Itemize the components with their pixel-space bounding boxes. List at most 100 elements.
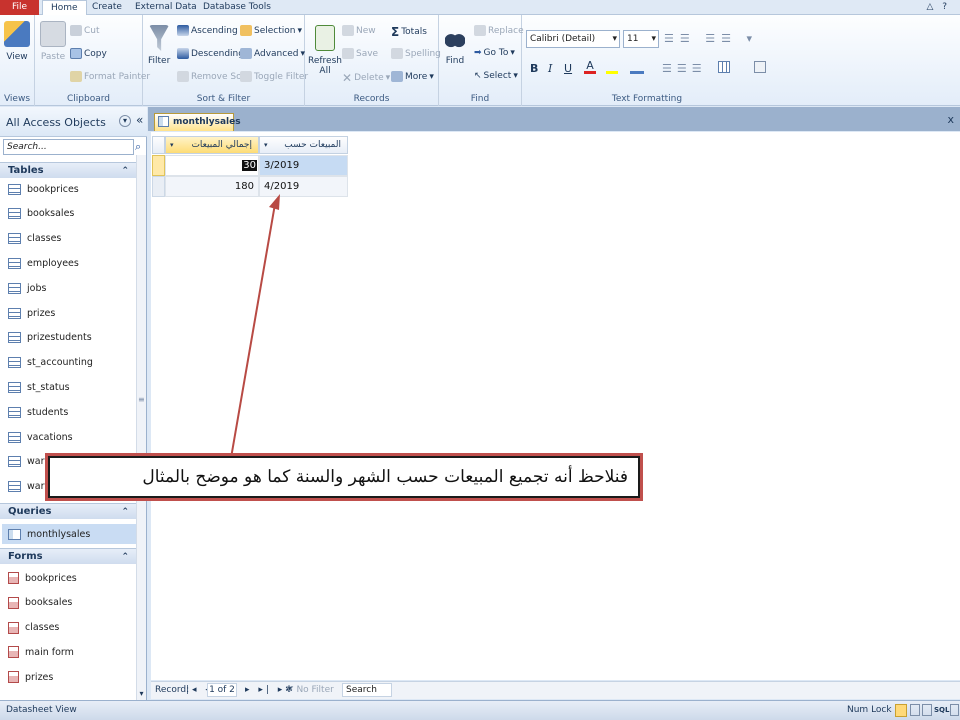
tab-external-data[interactable]: External Data bbox=[127, 0, 205, 15]
close-document-icon[interactable]: x bbox=[947, 113, 954, 126]
nav-form-item[interactable]: prizes bbox=[8, 667, 136, 687]
font-color-icon[interactable]: A bbox=[584, 60, 596, 74]
arrow-right-icon: ➡ bbox=[474, 48, 482, 58]
list-indent-icons[interactable]: ☰☰ ☰☰ ▾ bbox=[664, 32, 758, 45]
nav-table-item[interactable]: students bbox=[8, 402, 136, 422]
no-filter-button[interactable]: ⛛ No Filter bbox=[286, 682, 334, 698]
nav-table-item[interactable]: employees bbox=[8, 253, 136, 273]
nav-table-item[interactable]: prizes bbox=[8, 303, 136, 323]
replace-button[interactable]: Replace bbox=[474, 25, 524, 36]
toggle-filter-button[interactable]: Toggle Filter bbox=[240, 71, 308, 82]
goto-button[interactable]: ➡ Go To ▾ bbox=[474, 48, 515, 58]
tab-file[interactable]: File bbox=[0, 0, 39, 15]
nav-form-item[interactable]: bookprices bbox=[8, 568, 136, 588]
sort-descending-icon bbox=[177, 48, 189, 59]
ascending-button[interactable]: Ascending bbox=[177, 25, 238, 36]
tab-database-tools[interactable]: Database Tools bbox=[195, 0, 279, 15]
cursor-icon: ↖ bbox=[474, 71, 482, 81]
totals-button[interactable]: Σ Totals bbox=[391, 25, 427, 39]
new-record-button[interactable]: New bbox=[342, 25, 376, 36]
table-icon bbox=[8, 257, 21, 269]
form-icon bbox=[8, 621, 19, 634]
nav-form-item[interactable]: main form bbox=[8, 642, 136, 662]
nav-table-item[interactable]: st_status bbox=[8, 377, 136, 397]
font-select[interactable]: Calibri (Detail) ▾ bbox=[526, 30, 620, 48]
refresh-all-button[interactable]: Refresh All bbox=[308, 25, 342, 76]
design-view-icon[interactable] bbox=[950, 704, 959, 716]
nav-table-item[interactable]: prizestudents bbox=[8, 328, 136, 348]
shutter-bar-close-icon[interactable]: « bbox=[136, 113, 143, 127]
navigation-pane: All Access Objects ▾ « Search... ⌕ Table… bbox=[0, 107, 147, 700]
nav-form-item[interactable]: classes bbox=[8, 618, 136, 638]
nav-table-item[interactable]: classes bbox=[8, 229, 136, 249]
tab-home[interactable]: Home bbox=[42, 0, 87, 16]
section-tables[interactable]: Tables ⌃ bbox=[0, 162, 137, 178]
current-record-field[interactable]: 1 of 2 bbox=[207, 683, 237, 697]
underline-button[interactable]: U bbox=[564, 62, 572, 75]
nav-form-item[interactable]: booksales bbox=[8, 593, 136, 613]
format-painter-button[interactable]: Format Painter bbox=[70, 71, 150, 82]
search-icon[interactable]: ⌕ bbox=[135, 140, 141, 154]
highlight-icon[interactable] bbox=[606, 60, 618, 74]
datasheet: ▾إجمالي المبيعات ▾المبيعات حسب الشهر 30 … bbox=[151, 132, 960, 680]
nav-table-item[interactable]: jobs bbox=[8, 278, 136, 298]
table-icon bbox=[8, 357, 21, 369]
nav-table-item[interactable]: bookprices bbox=[8, 179, 136, 199]
advanced-button[interactable]: Advanced ▾ bbox=[240, 48, 305, 59]
datasheet-view-icon[interactable] bbox=[895, 704, 907, 717]
spelling-button[interactable]: Spelling bbox=[391, 48, 441, 59]
gridlines-icon[interactable] bbox=[718, 61, 730, 73]
pivotchart-view-icon[interactable] bbox=[922, 704, 932, 716]
sql-view-icon[interactable]: SQL bbox=[934, 701, 949, 720]
nav-menu-chevron-icon[interactable]: ▾ bbox=[119, 115, 131, 127]
chevron-down-icon: ▾ bbox=[651, 34, 656, 44]
nav-table-item[interactable]: booksales bbox=[8, 204, 136, 224]
help-icon[interactable]: △ ? bbox=[918, 0, 958, 15]
nav-query-monthlysales[interactable]: monthlysales bbox=[2, 524, 136, 544]
records-group: Refresh All New Save ✕ Delete ▾ Σ Totals Sp… bbox=[305, 15, 441, 106]
save-record-button[interactable]: Save bbox=[342, 48, 378, 59]
clipboard-group: Paste Cut Copy Format Painter Clipboard bbox=[35, 15, 150, 106]
funnel-icon bbox=[149, 25, 170, 51]
cut-button[interactable]: Cut bbox=[70, 25, 100, 36]
chevron-down-icon: ▾ bbox=[513, 71, 518, 81]
clipboard-icon bbox=[40, 21, 66, 47]
document-tab-bar: monthlysales x bbox=[148, 107, 960, 131]
remove-sort-button[interactable]: Remove Sort bbox=[177, 71, 249, 82]
table-icon bbox=[8, 481, 21, 493]
align-icons[interactable]: ☰☰☰ bbox=[662, 62, 707, 75]
section-queries[interactable]: Queries ⌃ bbox=[0, 503, 137, 519]
pivottable-view-icon[interactable] bbox=[910, 704, 920, 716]
record-search-input[interactable]: Search bbox=[342, 683, 392, 697]
paste-button[interactable]: Paste bbox=[40, 21, 66, 62]
find-button[interactable]: Find bbox=[445, 25, 465, 66]
nav-scrollbar[interactable]: ≡ ▾ bbox=[136, 155, 146, 700]
document-tab-monthlysales[interactable]: monthlysales bbox=[154, 113, 241, 131]
delete-record-button[interactable]: ✕ Delete ▾ bbox=[342, 71, 390, 85]
sort-ascending-icon bbox=[177, 25, 189, 36]
ribbon: View Views Paste Cut Copy Format Painter… bbox=[0, 15, 960, 106]
section-forms[interactable]: Forms ⌃ bbox=[0, 548, 137, 564]
nav-search-input[interactable]: Search... bbox=[3, 139, 134, 155]
filter-button[interactable]: Filter bbox=[148, 25, 170, 66]
copy-icon bbox=[70, 48, 82, 59]
nav-table-item[interactable]: vacations bbox=[8, 427, 136, 447]
font-size-select[interactable]: 11 ▾ bbox=[623, 30, 659, 48]
alternate-row-icon[interactable] bbox=[754, 61, 766, 73]
nav-table-item[interactable]: st_accounting bbox=[8, 353, 136, 373]
more-button[interactable]: More ▾ bbox=[391, 71, 434, 82]
view-button[interactable]: View bbox=[4, 21, 30, 62]
italic-button[interactable]: I bbox=[548, 62, 552, 75]
scroll-down-icon[interactable]: ▾ bbox=[137, 689, 146, 698]
status-view-text: Datasheet View bbox=[6, 705, 77, 715]
bold-button[interactable]: B bbox=[530, 62, 538, 75]
selection-button[interactable]: Selection ▾ bbox=[240, 25, 302, 36]
table-icon bbox=[8, 456, 21, 468]
query-icon bbox=[8, 528, 21, 540]
fill-color-icon[interactable] bbox=[630, 60, 644, 74]
tab-create[interactable]: Create bbox=[84, 0, 130, 15]
form-icon bbox=[8, 572, 19, 584]
select-button[interactable]: ↖ Select ▾ bbox=[474, 71, 518, 81]
descending-button[interactable]: Descending bbox=[177, 48, 244, 59]
copy-button[interactable]: Copy bbox=[70, 48, 107, 59]
